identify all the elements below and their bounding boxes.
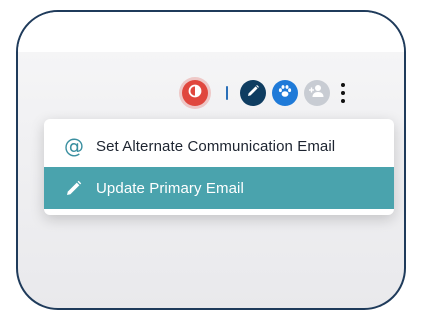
more-options-button[interactable] xyxy=(338,83,348,103)
menu-item-label: Update Primary Email xyxy=(96,179,244,197)
edit-button[interactable] xyxy=(240,80,266,106)
add-user-icon xyxy=(308,84,326,103)
email-options-menu: @ Set Alternate Communication Email Upda… xyxy=(44,119,394,215)
contrast-button[interactable] xyxy=(182,80,208,106)
pets-button[interactable] xyxy=(272,80,298,106)
pencil-icon xyxy=(62,176,86,200)
menu-item-update-primary-email[interactable]: Update Primary Email xyxy=(44,167,394,209)
more-vert-icon xyxy=(341,83,345,87)
menu-item-label: Set Alternate Communication Email xyxy=(96,137,336,155)
pencil-icon xyxy=(246,84,260,103)
top-bar xyxy=(18,12,404,52)
action-toolbar xyxy=(182,80,348,106)
toolbar-divider xyxy=(226,86,228,100)
menu-item-set-alternate-email[interactable]: @ Set Alternate Communication Email xyxy=(44,125,394,167)
contrast-icon xyxy=(188,84,202,103)
paw-icon xyxy=(277,83,293,104)
at-sign-icon: @ xyxy=(64,134,84,158)
add-user-button[interactable] xyxy=(304,80,330,106)
